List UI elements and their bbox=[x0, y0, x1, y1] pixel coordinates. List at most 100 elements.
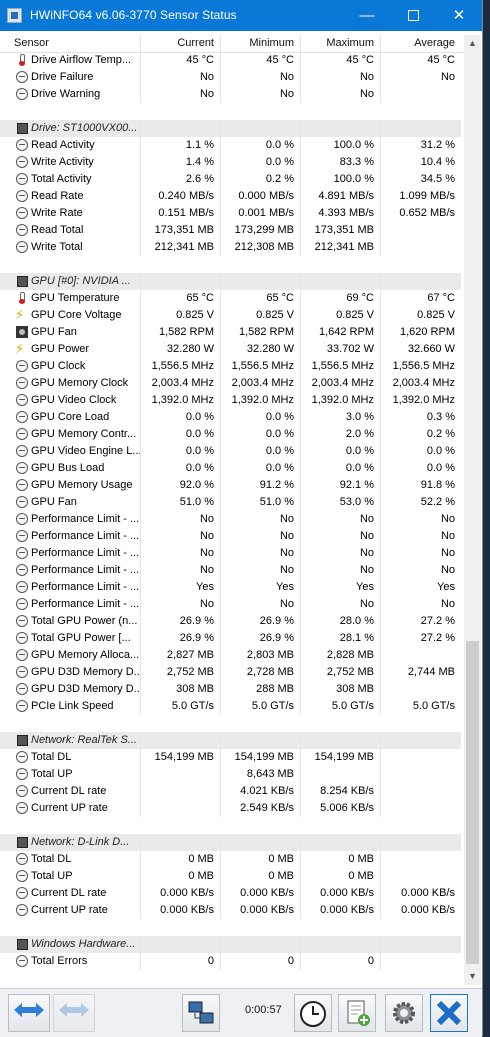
clock-icon bbox=[16, 887, 28, 899]
sensor-row[interactable]: Total UP 0 MB 0 MB 0 MB bbox=[0, 868, 464, 885]
sensor-row[interactable]: GPU Video Engine L... 0.0 % 0.0 % 0.0 % 0.0 … bbox=[0, 443, 464, 460]
sensor-row[interactable]: GPU Memory Usage 92.0 % 91.2 % 92.1 % 91.8 % bbox=[0, 477, 464, 494]
sensor-row[interactable]: GPU Memory Clock 2,003.4 MHz 2,003.4 MHz 2,… bbox=[0, 375, 464, 392]
sensor-row[interactable]: Current DL rate 0.000 KB/s 0.000 KB/s 0.000… bbox=[0, 885, 464, 902]
scroll-down-icon[interactable]: ▼ bbox=[464, 968, 481, 985]
section-header-row[interactable]: Network: RealTek S... bbox=[0, 732, 464, 749]
clock-icon bbox=[16, 71, 28, 83]
minimum-value: 0.2 % bbox=[221, 171, 301, 188]
sensor-row[interactable]: Read Activity 1.1 % 0.0 % 100.0 % 31.2 % bbox=[0, 137, 464, 154]
sensor-row[interactable]: Write Total 212,341 MB 212,308 MB 212,341 M… bbox=[0, 239, 464, 256]
sensor-row[interactable]: Drive Airflow Temp... 45 °C 45 °C 45 °C 45 °… bbox=[0, 52, 464, 69]
sensor-row[interactable]: Total GPU Power [... 26.9 % 26.9 % 28.1 % 27… bbox=[0, 630, 464, 647]
navigate-disabled-button[interactable] bbox=[53, 994, 95, 1032]
sensor-row[interactable]: Total Errors 0 0 0 bbox=[0, 953, 464, 970]
sensor-row[interactable]: GPU Fan 51.0 % 51.0 % 53.0 % 52.2 % bbox=[0, 494, 464, 511]
close-sensors-button[interactable] bbox=[430, 994, 468, 1032]
maximum-value: 33.702 W bbox=[301, 341, 381, 358]
section-header-row[interactable]: Drive: ST1000VX00... bbox=[0, 120, 464, 137]
clock-icon bbox=[16, 700, 28, 712]
sensor-row[interactable]: Performance Limit - ... No No No No bbox=[0, 596, 464, 613]
sensor-label-cell: Total DL bbox=[0, 749, 141, 766]
sensor-row[interactable]: GPU Power32.280 W32.280 W33.702 W32.660 … bbox=[0, 341, 464, 358]
maximum-value: 0.0 % bbox=[301, 443, 381, 460]
sensor-row[interactable]: Performance Limit - ... No No No No bbox=[0, 545, 464, 562]
sensor-row[interactable]: Total DL 0 MB 0 MB 0 MB bbox=[0, 851, 464, 868]
scrollbar-thumb[interactable] bbox=[466, 641, 479, 964]
sensor-row[interactable]: Performance Limit - ... Yes Yes Yes Yes bbox=[0, 579, 464, 596]
column-header-sensor[interactable]: Sensor bbox=[0, 35, 141, 52]
sensor-row[interactable]: GPU Temperature 65 °C 65 °C 69 °C 67 °C bbox=[0, 290, 464, 307]
average-value bbox=[381, 681, 461, 698]
sensor-row[interactable]: GPU Core Voltage0.825 V0.825 V0.825 V0.8… bbox=[0, 307, 464, 324]
average-value bbox=[381, 800, 461, 817]
sensor-row[interactable]: Total UP 8,643 MB bbox=[0, 766, 464, 783]
sensor-label-cell: Write Total bbox=[0, 239, 141, 256]
sensor-row[interactable]: GPU Memory Contr... 0.0 % 0.0 % 2.0 % 0.2 % bbox=[0, 426, 464, 443]
sensor-row[interactable]: GPU D3D Memory D... 2,752 MB 2,728 MB 2,752… bbox=[0, 664, 464, 681]
close-button[interactable]: ✕ bbox=[436, 0, 482, 31]
sensor-row[interactable]: Read Rate 0.240 MB/s 0.000 MB/s 4.891 MB/s 1… bbox=[0, 188, 464, 205]
logging-button[interactable] bbox=[338, 994, 376, 1032]
maximum-value: 154,199 MB bbox=[301, 749, 381, 766]
sensor-row[interactable]: GPU Core Load 0.0 % 0.0 % 3.0 % 0.3 % bbox=[0, 409, 464, 426]
sensor-row[interactable]: Performance Limit - ... No No No No bbox=[0, 511, 464, 528]
sensor-row[interactable]: Current UP rate 2.549 KB/s 5.006 KB/s bbox=[0, 800, 464, 817]
clock-icon bbox=[16, 190, 28, 202]
title-bar[interactable]: HWiNFO64 v6.06-3770 Sensor Status — ✕ bbox=[0, 0, 482, 31]
sensor-row[interactable]: Write Rate 0.151 MB/s 0.001 MB/s 4.393 MB/s… bbox=[0, 205, 464, 222]
sensor-row[interactable]: GPU Bus Load 0.0 % 0.0 % 0.0 % 0.0 % bbox=[0, 460, 464, 477]
sensor-row[interactable]: Current DL rate 4.021 KB/s 8.254 KB/s bbox=[0, 783, 464, 800]
vertical-scrollbar[interactable]: ▲ ▼ bbox=[464, 35, 481, 985]
sensor-row[interactable]: GPU Video Clock 1,392.0 MHz 1,392.0 MHz 1,3… bbox=[0, 392, 464, 409]
thermometer-icon bbox=[16, 54, 28, 66]
sensor-row[interactable]: PCIe Link Speed 5.0 GT/s 5.0 GT/s 5.0 GT/s 5… bbox=[0, 698, 464, 715]
sensor-row[interactable]: Total Activity 2.6 % 0.2 % 100.0 % 34.5 % bbox=[0, 171, 464, 188]
sensor-row[interactable]: Write Activity 1.4 % 0.0 % 83.3 % 10.4 % bbox=[0, 154, 464, 171]
sensor-label: Total GPU Power (n... bbox=[31, 615, 138, 627]
current-value: No bbox=[141, 69, 221, 86]
minimum-value: 0 MB bbox=[221, 851, 301, 868]
column-header-minimum[interactable]: Minimum bbox=[221, 35, 301, 52]
average-value: 0.0 % bbox=[426, 445, 455, 457]
column-header-maximum[interactable]: Maximum bbox=[301, 35, 381, 52]
minimize-button[interactable]: — bbox=[344, 0, 390, 31]
sensor-row[interactable]: GPU Memory Alloca... 2,827 MB 2,803 MB 2,82… bbox=[0, 647, 464, 664]
sensor-row[interactable]: Performance Limit - ... No No No No bbox=[0, 562, 464, 579]
navigate-left-right-button[interactable] bbox=[8, 994, 50, 1032]
sensor-row[interactable]: GPU Fan 1,582 RPM 1,582 RPM 1,642 RPM 1,620 … bbox=[0, 324, 464, 341]
sensor-label-cell: Network: RealTek S... bbox=[0, 732, 141, 749]
maximum-value: 0 MB bbox=[301, 851, 381, 868]
network-reset-button[interactable] bbox=[182, 994, 220, 1032]
sensor-row[interactable]: Total DL 154,199 MB 154,199 MB 154,199 MB bbox=[0, 749, 464, 766]
scroll-up-icon[interactable]: ▲ bbox=[464, 35, 481, 52]
average-value: 32.660 W bbox=[407, 343, 455, 355]
settings-button[interactable] bbox=[385, 994, 423, 1032]
maximize-button[interactable] bbox=[390, 0, 436, 31]
sensor-row[interactable]: Drive Warning No No No bbox=[0, 86, 464, 103]
column-header-average[interactable]: Average bbox=[381, 35, 461, 52]
maximum-value: 1,392.0 MHz bbox=[301, 392, 381, 409]
sensor-row[interactable]: Drive Failure No No No No bbox=[0, 69, 464, 86]
average-value: 2,744 MB bbox=[407, 666, 455, 678]
current-value bbox=[141, 834, 221, 851]
sensor-row[interactable]: Read Total 173,351 MB 173,299 MB 173,351 MB bbox=[0, 222, 464, 239]
average-value bbox=[381, 834, 461, 851]
section-header-row[interactable]: Network: D-Link D... bbox=[0, 834, 464, 851]
sensor-label-cell: Read Activity bbox=[0, 137, 141, 154]
minimum-value: 1,556.5 MHz bbox=[221, 358, 301, 375]
section-header-row[interactable]: GPU [#0]: NVIDIA ... bbox=[0, 273, 464, 290]
sensor-table[interactable]: Sensor Current Minimum Maximum Average D… bbox=[0, 35, 464, 985]
sensor-label-cell: GPU Fan bbox=[0, 494, 141, 511]
sensor-row[interactable]: Current UP rate 0.000 KB/s 0.000 KB/s 0.000… bbox=[0, 902, 464, 919]
maximum-value: 83.3 % bbox=[301, 154, 381, 171]
sensor-row[interactable]: GPU Clock 1,556.5 MHz 1,556.5 MHz 1,556.5 M… bbox=[0, 358, 464, 375]
column-header-current[interactable]: Current bbox=[141, 35, 221, 52]
clock-reset-button[interactable] bbox=[294, 994, 332, 1032]
sensor-row[interactable]: GPU D3D Memory D... 308 MB 288 MB 308 MB bbox=[0, 681, 464, 698]
sensor-row[interactable]: Performance Limit - ... No No No No bbox=[0, 528, 464, 545]
sensor-row[interactable]: Total GPU Power (n... 26.9 % 26.9 % 28.0 % 2… bbox=[0, 613, 464, 630]
current-value bbox=[141, 273, 221, 290]
section-header-row[interactable]: Windows Hardware... bbox=[0, 936, 464, 953]
average-value: 2,003.4 MHz bbox=[392, 377, 455, 389]
